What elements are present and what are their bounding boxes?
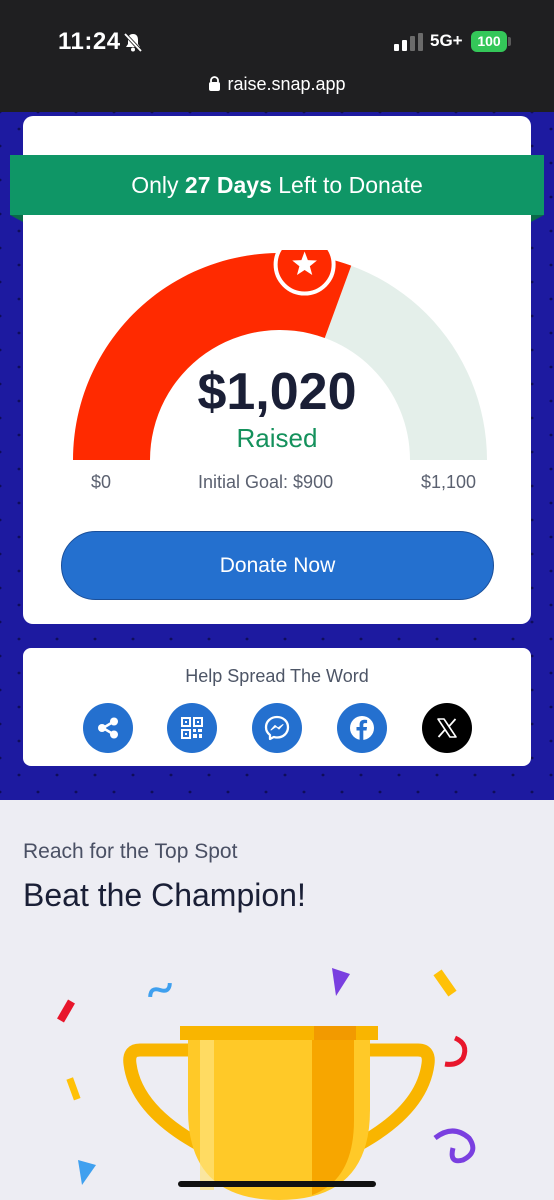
qr-code-button[interactable] (167, 703, 217, 753)
confetti-piece (148, 982, 172, 998)
gauge-min-label: $0 (91, 472, 112, 492)
share-title: Help Spread The Word (185, 666, 369, 686)
confetti-piece (78, 1160, 96, 1185)
battery-tip (508, 37, 511, 46)
leaderboard-eyebrow: Reach for the Top Spot (23, 840, 238, 863)
trophy-illustration (57, 968, 476, 1200)
leaderboard-heading: Beat the Champion! (23, 877, 306, 913)
raised-label: Raised (236, 423, 318, 453)
initial-goal-label: Initial Goal: $900 (198, 472, 334, 492)
gauge-max-label: $1,100 (421, 472, 477, 492)
confetti-piece (433, 1128, 476, 1164)
days-left-banner: Only 27 Days Left to Donate (10, 155, 544, 215)
banner-suffix: Left to Donate (271, 172, 423, 198)
banner-prefix: Only (131, 172, 185, 198)
cellular-signal-icon (394, 33, 423, 51)
x-button[interactable] (422, 703, 472, 753)
trophy-cup-highlight (200, 1040, 214, 1190)
banner-fold-left (10, 215, 23, 222)
battery-indicator: 100 (471, 31, 507, 52)
qr-code-icon (181, 717, 203, 739)
raised-amount: $1,020 (197, 363, 357, 421)
banner-days: 27 Days (184, 172, 272, 198)
messenger-button[interactable] (252, 703, 302, 753)
url-text: raise.snap.app (227, 74, 346, 94)
url-bar[interactable]: raise.snap.app (0, 74, 554, 95)
facebook-icon (350, 716, 374, 740)
facebook-button[interactable] (337, 703, 387, 753)
bell-muted-icon (123, 32, 143, 53)
confetti-piece (433, 969, 457, 997)
home-indicator (178, 1181, 376, 1187)
trophy-rim-shade (314, 1026, 356, 1040)
lock-icon (209, 76, 221, 91)
x-icon (437, 718, 457, 738)
donate-now-button[interactable]: Donate Now (61, 531, 494, 600)
share-button[interactable] (83, 703, 133, 753)
goal-marker (273, 250, 336, 296)
banner-fold-right (531, 215, 544, 222)
confetti-piece (57, 999, 75, 1023)
status-bar: 11:24 5G+ 100 raise.snap.app (0, 0, 554, 112)
status-time: 11:24 (58, 28, 121, 55)
confetti-piece (66, 1077, 81, 1101)
network-type: 5G+ (430, 31, 463, 50)
confetti-piece (444, 1035, 468, 1067)
messenger-icon (264, 715, 290, 741)
share-icon (98, 717, 118, 739)
confetti-piece (332, 968, 350, 996)
